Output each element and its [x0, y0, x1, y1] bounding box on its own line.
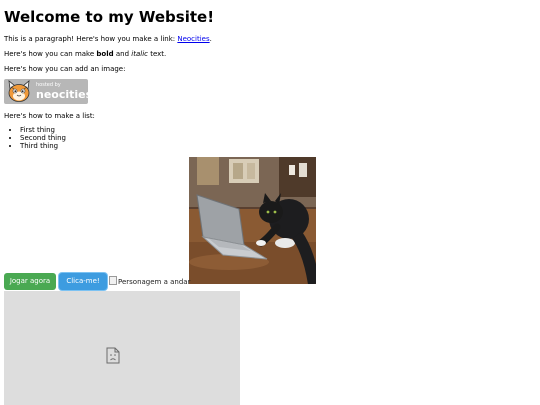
paragraph-link: This is a paragraph! Here's how you make…	[4, 35, 212, 44]
list-item: Third thing	[20, 142, 66, 150]
play-now-button[interactable]: Jogar agora	[4, 273, 56, 290]
italic-text: italic	[131, 50, 148, 58]
list-item: Second thing	[20, 134, 66, 142]
paragraph-image: Here's how you can add an image:	[4, 65, 126, 73]
bold-text: bold	[96, 50, 114, 58]
paragraph-formatting: Here's how you can make bold and italic …	[4, 50, 166, 59]
paragraph-link-end: .	[209, 35, 212, 43]
sad-document-icon	[106, 347, 120, 364]
page-content: Welcome to my Website! This is a paragra…	[4, 0, 540, 405]
thing-list: First thing Second thing Third thing	[4, 126, 66, 150]
badge-brand-text: neocities	[36, 88, 93, 101]
embedded-frame[interactable]	[4, 291, 240, 405]
paragraph-formatting-mid: and	[113, 50, 132, 58]
neocities-link[interactable]: Neocities	[177, 35, 209, 43]
broken-image-alt: Personagem a andar	[118, 278, 191, 286]
paragraph-formatting-end: text.	[147, 50, 167, 58]
click-me-button[interactable]: Clica-me!	[59, 273, 107, 290]
page-title: Welcome to my Website!	[4, 8, 215, 26]
paragraph-list: Here's how to make a list:	[4, 112, 95, 120]
broken-image: Personagem a andar	[109, 276, 190, 286]
cat-laptop-image	[189, 157, 316, 284]
broken-image-icon	[109, 276, 117, 285]
neocities-cat-logo	[8, 80, 30, 102]
list-item: First thing	[20, 126, 66, 134]
paragraph-formatting-text: Here's how you can make	[4, 50, 97, 58]
paragraph-link-text: This is a paragraph! Here's how you make…	[4, 35, 178, 43]
neocities-badge[interactable]: hosted by neocities	[4, 79, 92, 104]
